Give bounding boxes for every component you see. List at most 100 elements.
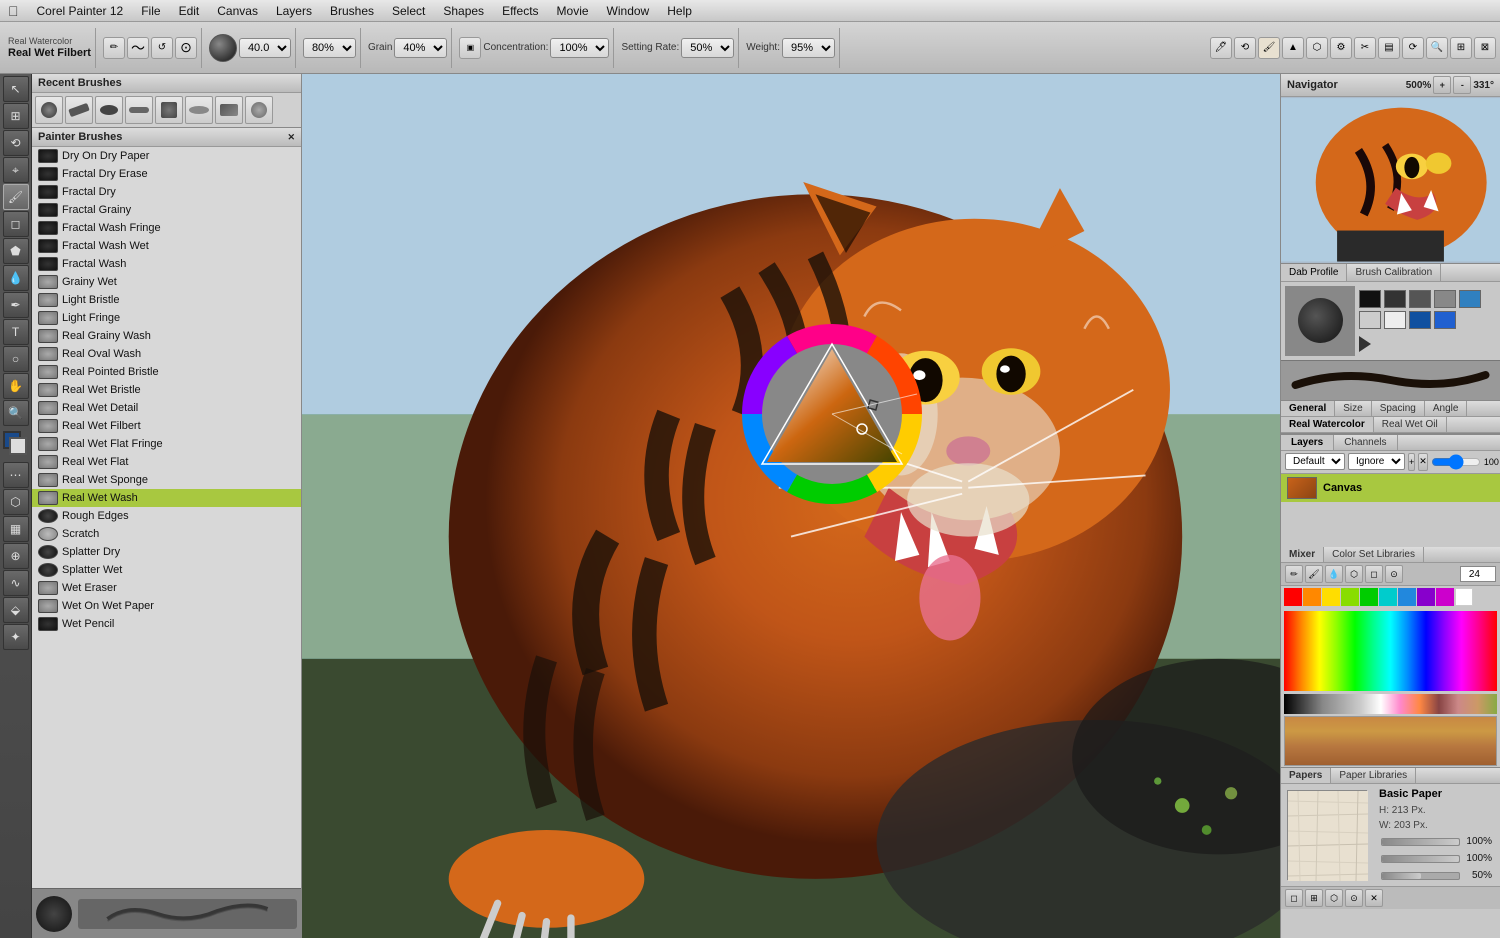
dab-swatch-4[interactable] bbox=[1434, 290, 1456, 308]
dab-swatch-1[interactable] bbox=[1359, 290, 1381, 308]
menu-movie[interactable]: Movie bbox=[549, 2, 597, 20]
tool-extra-5[interactable]: ∿ bbox=[3, 570, 29, 596]
tool-extra-6[interactable]: ⬙ bbox=[3, 597, 29, 623]
color-tool-3-btn[interactable]: 💧 bbox=[1325, 565, 1343, 583]
tool-icon-r3[interactable]: 🖌 bbox=[1258, 37, 1280, 59]
canvas-area[interactable] bbox=[302, 74, 1280, 938]
brush-list-item[interactable]: Wet Pencil bbox=[32, 615, 301, 633]
tool-icon-r10[interactable]: 🔍 bbox=[1426, 37, 1448, 59]
swatch-yellow-green[interactable] bbox=[1341, 588, 1359, 606]
brush-list-item[interactable]: Light Fringe bbox=[32, 309, 301, 327]
grain-select[interactable]: 40% bbox=[394, 38, 447, 58]
brush-list-item[interactable]: Wet Eraser bbox=[32, 579, 301, 597]
paper-btn-2[interactable]: ⊞ bbox=[1305, 889, 1323, 907]
tool-text-btn[interactable]: T bbox=[3, 319, 29, 345]
brush-list-item[interactable]: Wet On Wet Paper bbox=[32, 597, 301, 615]
tool-crop-btn[interactable]: ⊞ bbox=[3, 103, 29, 129]
tool-shape-btn[interactable]: ○ bbox=[3, 346, 29, 372]
nav-zoom-out-btn[interactable]: - bbox=[1453, 76, 1471, 94]
recent-brush-5[interactable] bbox=[155, 96, 183, 124]
brush-list-item[interactable]: Fractal Grainy bbox=[32, 201, 301, 219]
swatch-magenta[interactable] bbox=[1436, 588, 1454, 606]
menu-edit[interactable]: Edit bbox=[171, 2, 208, 20]
tool-icon-r12[interactable]: ⊠ bbox=[1474, 37, 1496, 59]
color-value-input[interactable] bbox=[1460, 566, 1496, 582]
composite-select[interactable]: Default bbox=[1285, 453, 1345, 470]
brush-list-item[interactable]: Real Oval Wash bbox=[32, 345, 301, 363]
tool-extra-3[interactable]: ▦ bbox=[3, 516, 29, 542]
menu-shapes[interactable]: Shapes bbox=[435, 2, 492, 20]
apple-logo-icon[interactable]:  bbox=[8, 3, 19, 19]
navigator-thumbnail[interactable] bbox=[1281, 97, 1500, 263]
paper-btn-5[interactable]: ✕ bbox=[1365, 889, 1383, 907]
prop-tab-angle[interactable]: Angle bbox=[1425, 401, 1468, 416]
opacity-mode-select[interactable]: Ignore bbox=[1348, 453, 1405, 470]
brush-list-item[interactable]: Splatter Wet bbox=[32, 561, 301, 579]
tool-icon-r11[interactable]: ⊞ bbox=[1450, 37, 1472, 59]
brush-list-item[interactable]: Fractal Wash bbox=[32, 255, 301, 273]
brush-list-item[interactable]: Scratch bbox=[32, 525, 301, 543]
brush-list-item[interactable]: Fractal Dry Erase bbox=[32, 165, 301, 183]
add-layer-btn[interactable]: + bbox=[1408, 453, 1415, 471]
mixer-tab[interactable]: Mixer bbox=[1281, 547, 1324, 562]
menu-brushes[interactable]: Brushes bbox=[322, 2, 382, 20]
dab-swatch-9[interactable] bbox=[1434, 311, 1456, 329]
recent-brush-7[interactable] bbox=[215, 96, 243, 124]
tool-zoom-btn[interactable]: 🔍 bbox=[3, 400, 29, 426]
swatch-blue[interactable] bbox=[1398, 588, 1416, 606]
dab-swatch-2[interactable] bbox=[1384, 290, 1406, 308]
brush-list-item[interactable]: Fractal Dry bbox=[32, 183, 301, 201]
prop-tab-size[interactable]: Size bbox=[1335, 401, 1371, 416]
menu-window[interactable]: Window bbox=[599, 2, 658, 20]
paper-btn-4[interactable]: ⊙ bbox=[1345, 889, 1363, 907]
color-set-libraries-tab[interactable]: Color Set Libraries bbox=[1324, 547, 1424, 562]
brush-list-item[interactable]: Real Wet Sponge bbox=[32, 471, 301, 489]
paper-slider-1[interactable] bbox=[1381, 838, 1460, 846]
paper-thumbnail[interactable] bbox=[1287, 790, 1367, 880]
paper-btn-3[interactable]: ⬡ bbox=[1325, 889, 1343, 907]
color-gradient-band[interactable] bbox=[1284, 611, 1497, 691]
tool-icon-r8[interactable]: ▤ bbox=[1378, 37, 1400, 59]
brush-list-item[interactable]: Real Grainy Wash bbox=[32, 327, 301, 345]
brush-list-item[interactable]: Real Wet Filbert bbox=[32, 417, 301, 435]
tool-extra-7[interactable]: ✦ bbox=[3, 624, 29, 650]
dab-swatch-8[interactable] bbox=[1409, 311, 1431, 329]
swatch-red[interactable] bbox=[1284, 588, 1302, 606]
brush-list-item[interactable]: Real Pointed Bristle bbox=[32, 363, 301, 381]
opacity-select[interactable]: 80% bbox=[303, 38, 356, 58]
brush-list-item[interactable]: Splatter Dry bbox=[32, 543, 301, 561]
brush-list-item[interactable]: Real Wet Wash bbox=[32, 489, 301, 507]
tool-extra-2[interactable]: ⬡ bbox=[3, 489, 29, 515]
tool-icon-r9[interactable]: ⟳ bbox=[1402, 37, 1424, 59]
brush-tool-3-btn[interactable]: ↺ bbox=[151, 37, 173, 59]
brush-list-item[interactable]: Real Wet Bristle bbox=[32, 381, 301, 399]
recent-brush-2[interactable] bbox=[65, 96, 93, 124]
setting-rate-select[interactable]: 50% bbox=[681, 38, 734, 58]
tool-icon-r6[interactable]: ⚙ bbox=[1330, 37, 1352, 59]
tool-extra-4[interactable]: ⊕ bbox=[3, 543, 29, 569]
recent-brush-1[interactable] bbox=[35, 96, 63, 124]
dab-swatch-7[interactable] bbox=[1384, 311, 1406, 329]
brush-list-item[interactable]: Rough Edges bbox=[32, 507, 301, 525]
brush-size-select[interactable]: 40.0 bbox=[239, 38, 291, 58]
menu-layers[interactable]: Layers bbox=[268, 2, 320, 20]
prop-tab-real-wet-oil[interactable]: Real Wet Oil bbox=[1374, 417, 1447, 432]
recent-brush-3[interactable] bbox=[95, 96, 123, 124]
menu-select[interactable]: Select bbox=[384, 2, 433, 20]
tool-icon-r5[interactable]: ⬡ bbox=[1306, 37, 1328, 59]
color-mixer-canvas[interactable] bbox=[1284, 716, 1497, 766]
brush-list[interactable]: Dry On Dry PaperFractal Dry EraseFractal… bbox=[32, 147, 301, 888]
color-tool-5-btn[interactable]: ◻ bbox=[1365, 565, 1383, 583]
dab-swatch-3[interactable] bbox=[1409, 290, 1431, 308]
brush-list-item[interactable]: Fractal Wash Wet bbox=[32, 237, 301, 255]
brush-list-item[interactable]: Real Wet Detail bbox=[32, 399, 301, 417]
brush-list-item[interactable]: Real Wet Flat bbox=[32, 453, 301, 471]
brush-tool-1-btn[interactable]: ✏ bbox=[103, 37, 125, 59]
menu-effects[interactable]: Effects bbox=[494, 2, 546, 20]
canvas-painting[interactable] bbox=[302, 74, 1280, 938]
tool-fill-btn[interactable]: ⬟ bbox=[3, 238, 29, 264]
tool-eyedrop-btn[interactable]: 💧 bbox=[3, 265, 29, 291]
color-tool-1-btn[interactable]: ✏ bbox=[1285, 565, 1303, 583]
tool-icon-r1[interactable]: 🖊 bbox=[1210, 37, 1232, 59]
recent-brush-8[interactable] bbox=[245, 96, 273, 124]
